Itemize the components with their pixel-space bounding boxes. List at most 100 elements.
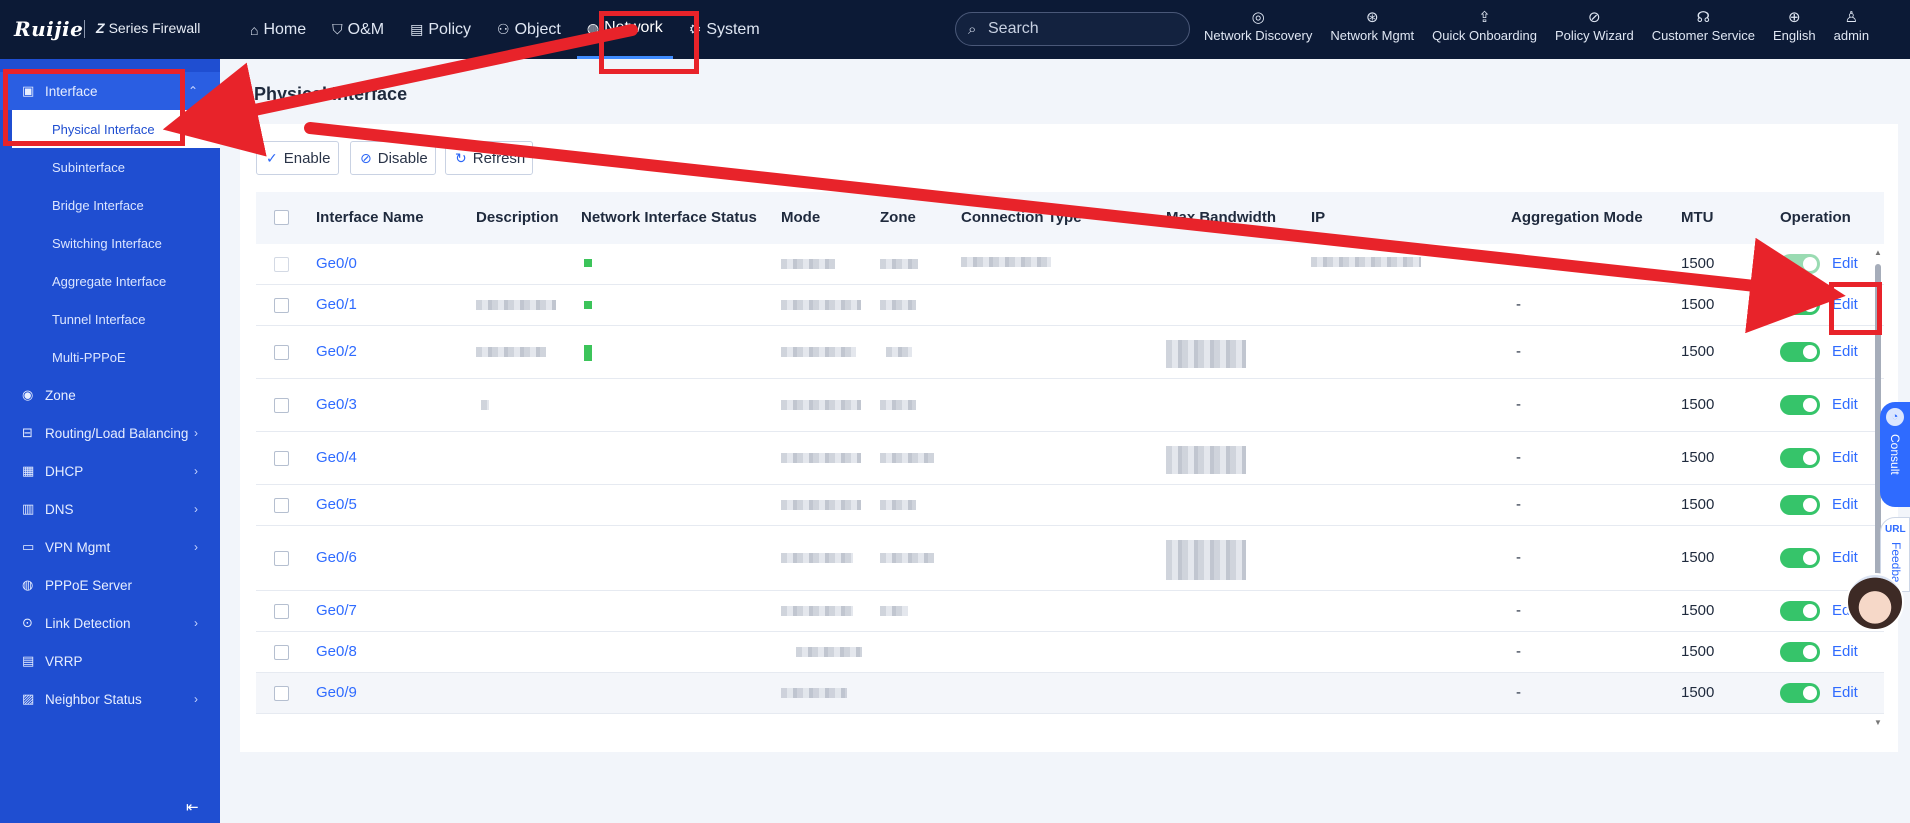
nav-om[interactable]: ⛉ O&M <box>322 0 394 59</box>
enable-toggle[interactable] <box>1780 495 1820 515</box>
enable-toggle[interactable] <box>1780 683 1820 703</box>
edit-link[interactable]: Edit <box>1832 396 1858 413</box>
row-checkbox[interactable] <box>274 298 289 313</box>
sidebar-sub-multi-pppoe[interactable]: Multi-PPPoE <box>0 338 220 376</box>
enable-toggle[interactable] <box>1780 395 1820 415</box>
tool-network-discovery[interactable]: ◎ Network Discovery <box>1195 8 1321 54</box>
edit-link[interactable]: Edit <box>1832 549 1858 566</box>
enable-toggle[interactable] <box>1780 254 1820 274</box>
sidebar-item-vrrp[interactable]: ▤ VRRP <box>0 642 220 680</box>
edit-link[interactable]: Edit <box>1832 255 1858 272</box>
consult-widget[interactable]: ◔ Consult <box>1880 402 1910 507</box>
row-checkbox[interactable] <box>274 451 289 466</box>
edit-link[interactable]: Edit <box>1832 684 1858 701</box>
description-redacted <box>476 347 546 357</box>
sidebar-item-pppoe-server[interactable]: ◍ PPPoE Server <box>0 566 220 604</box>
sidebar-item-zone[interactable]: ◉ Zone <box>0 376 220 414</box>
interface-name[interactable]: Ge0/9 <box>316 684 357 701</box>
zone-value-redacted <box>886 347 912 357</box>
row-checkbox[interactable] <box>274 551 289 566</box>
nav-home[interactable]: ⌂ Home <box>240 0 316 59</box>
interface-name[interactable]: Ge0/7 <box>316 602 357 619</box>
interface-name[interactable]: Ge0/0 <box>316 255 357 272</box>
content-panel: ✓ Enable ⊘ Disable ↻ Refresh Interface Name… <box>240 124 1898 752</box>
aggregation-mode-value: - <box>1516 296 1521 313</box>
col-interface-name[interactable]: Interface Name <box>316 209 424 226</box>
chevron-right-icon: › <box>194 692 198 706</box>
brand-logo[interactable]: Ruijie <box>14 17 83 41</box>
enable-button[interactable]: ✓ Enable <box>256 141 339 175</box>
enable-toggle[interactable] <box>1780 601 1820 621</box>
sidebar-item-dns[interactable]: ▥ DNS › <box>0 490 220 528</box>
select-all-checkbox[interactable] <box>274 210 289 225</box>
edit-link[interactable]: Edit <box>1832 643 1858 660</box>
row-checkbox[interactable] <box>274 398 289 413</box>
mode-value-redacted <box>781 606 853 616</box>
enable-toggle[interactable] <box>1780 448 1820 468</box>
table-row: Ge0/2 - 1500 Edit <box>256 326 1884 379</box>
sidebar-item-routing[interactable]: ⊟ Routing/Load Balancing › <box>0 414 220 452</box>
ban-icon: ⊘ <box>360 149 372 166</box>
sidebar-sub-switching-interface[interactable]: Switching Interface <box>0 224 220 262</box>
edit-link[interactable]: Edit <box>1832 496 1858 513</box>
row-checkbox[interactable] <box>274 686 289 701</box>
scroll-down-icon[interactable]: ▼ <box>1874 718 1882 727</box>
object-icon: ⚇ <box>497 21 510 37</box>
row-checkbox[interactable] <box>274 604 289 619</box>
interface-name[interactable]: Ge0/1 <box>316 296 357 313</box>
tool-network-mgmt[interactable]: ⊛ Network Mgmt <box>1321 8 1423 54</box>
enable-toggle[interactable] <box>1780 642 1820 662</box>
disable-button[interactable]: ⊘ Disable <box>350 141 436 175</box>
ip-value-redacted <box>1311 257 1421 267</box>
nav-policy[interactable]: ▤ Policy <box>400 0 481 59</box>
interface-name[interactable]: Ge0/8 <box>316 643 357 660</box>
scroll-up-icon[interactable]: ▲ <box>1874 248 1882 257</box>
edit-link[interactable]: Edit <box>1832 449 1858 466</box>
chevron-right-icon: › <box>194 426 198 440</box>
network-icon: ⊛ <box>1365 9 1379 26</box>
sidebar-sub-subinterface[interactable]: Subinterface <box>0 148 220 186</box>
interface-name[interactable]: Ge0/2 <box>316 343 357 360</box>
assistant-avatar[interactable] <box>1846 573 1904 631</box>
page-header: Physical Interface <box>240 80 407 108</box>
tool-user[interactable]: ♙ admin <box>1825 8 1878 54</box>
aggregation-mode-value: - <box>1516 496 1521 513</box>
enable-toggle[interactable] <box>1780 548 1820 568</box>
row-checkbox[interactable] <box>274 498 289 513</box>
zone-icon: ◉ <box>22 387 34 402</box>
highlight-network-tab <box>599 11 699 74</box>
sidebar-item-neighbor-status[interactable]: ▨ Neighbor Status › <box>0 680 220 718</box>
edit-link[interactable]: Edit <box>1832 343 1858 360</box>
nav-object[interactable]: ⚇ Object <box>487 0 571 59</box>
interface-name[interactable]: Ge0/5 <box>316 496 357 513</box>
home-icon: ⌂ <box>250 21 259 38</box>
col-connection-type: Connection Type <box>961 209 1082 226</box>
tool-language[interactable]: ⊕ English <box>1764 8 1825 54</box>
tool-policy-wizard[interactable]: ⊘ Policy Wizard <box>1546 8 1643 54</box>
interface-name[interactable]: Ge0/4 <box>316 449 357 466</box>
row-checkbox[interactable] <box>274 345 289 360</box>
refresh-button[interactable]: ↻ Refresh <box>445 141 533 175</box>
enable-toggle[interactable] <box>1780 295 1820 315</box>
sidebar-item-link-detection[interactable]: ⊙ Link Detection › <box>0 604 220 642</box>
search-input[interactable] <box>988 19 1178 39</box>
tool-quick-onboarding[interactable]: ⇪ Quick Onboarding <box>1423 8 1546 54</box>
interface-name[interactable]: Ge0/3 <box>316 396 357 413</box>
row-checkbox[interactable] <box>274 645 289 660</box>
tool-label: Quick Onboarding <box>1432 28 1537 43</box>
tool-customer-service[interactable]: ☊ Customer Service <box>1643 8 1764 54</box>
sidebar-sub-bridge-interface[interactable]: Bridge Interface <box>0 186 220 224</box>
sidebar-item-vpn-mgmt[interactable]: ▭ VPN Mgmt › <box>0 528 220 566</box>
enable-toggle[interactable] <box>1780 342 1820 362</box>
policy-icon: ▤ <box>410 21 424 37</box>
collapse-sidebar-icon[interactable]: ⇤ <box>186 798 199 816</box>
sidebar-sub-aggregate-interface[interactable]: Aggregate Interface <box>0 262 220 300</box>
col-zone: Zone <box>880 209 916 226</box>
sidebar-sub-tunnel-interface[interactable]: Tunnel Interface <box>0 300 220 338</box>
sidebar-item-dhcp[interactable]: ▦ DHCP › <box>0 452 220 490</box>
row-checkbox[interactable] <box>274 257 289 272</box>
mode-value-redacted <box>781 500 861 510</box>
zone-value-redacted <box>880 259 918 269</box>
interface-name[interactable]: Ge0/6 <box>316 549 357 566</box>
nav-label: Policy <box>428 20 472 38</box>
